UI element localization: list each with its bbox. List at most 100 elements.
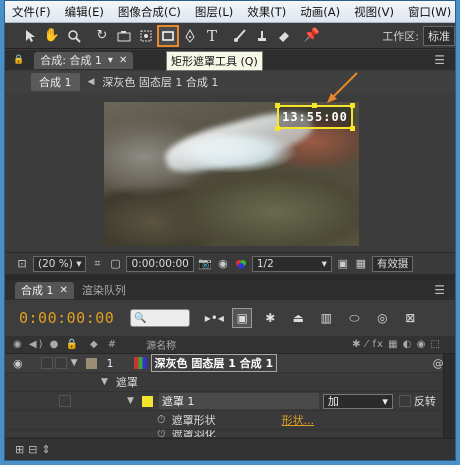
mask-color-swatch[interactable]: [141, 395, 153, 407]
timeline-current-time[interactable]: 0:00:00:00: [19, 309, 114, 327]
pan-behind-tool-icon[interactable]: [135, 25, 157, 47]
toggle-inout-icon[interactable]: ⇕: [41, 443, 50, 456]
roi-toggle-icon[interactable]: ▣: [336, 257, 350, 271]
mask-shape-row[interactable]: ⏱ 遮罩形状 形状...: [5, 411, 455, 430]
chevron-down-icon[interactable]: ▾: [108, 55, 113, 66]
mini-flowchart-icon[interactable]: ▸•◂: [204, 308, 224, 328]
masks-group-label: 遮罩: [115, 376, 138, 389]
brainstorm-icon[interactable]: ◎: [372, 308, 392, 328]
viewer-controls: ⊡ (20 %) ▾ ⌗ ▢ 0:00:00:00 📷 ◉ 1/2 ▾ ▣ ▦ 有…: [5, 252, 455, 274]
always-preview-icon[interactable]: ⊡: [15, 257, 29, 271]
mask-name[interactable]: 遮罩 1: [158, 393, 319, 409]
close-icon[interactable]: ✕: [119, 55, 127, 66]
close-icon[interactable]: ✕: [60, 285, 68, 296]
mask-shape-value[interactable]: 形状...: [282, 412, 315, 428]
zoom-tool-icon[interactable]: [63, 25, 85, 47]
graph-editor-icon[interactable]: ⊠: [400, 308, 420, 328]
clone-stamp-tool-icon[interactable]: [251, 25, 273, 47]
draft-3d-icon[interactable]: ✱: [260, 308, 280, 328]
show-snapshot-icon[interactable]: ◉: [216, 257, 230, 271]
hand-tool-icon[interactable]: ✋: [41, 25, 63, 47]
active-camera-dropdown[interactable]: 有效摄: [371, 255, 414, 272]
motion-blur-icon[interactable]: ⬭: [344, 308, 364, 328]
menu-composition[interactable]: 图像合成(C): [111, 4, 188, 20]
workspace-dropdown[interactable]: 标准: [423, 25, 455, 46]
panel-menu-icon[interactable]: ☰: [434, 283, 445, 297]
mask-timecode-text: 13:55:00: [282, 110, 348, 124]
stopwatch-icon[interactable]: ⏱: [157, 413, 166, 427]
layer-column-header: ◉ ◀) ● 🔒 ◆ # 源名称 ✱ ⁄ fx ▦ ◐ ◉ ⬚: [5, 336, 455, 354]
selection-tool-icon[interactable]: [19, 25, 41, 47]
mask-feather-row[interactable]: ⏱ 遮罩羽化: [5, 430, 455, 438]
resolution-dropdown[interactable]: 1/2 ▾: [251, 255, 332, 272]
expand-triangle-icon[interactable]: ▼: [101, 377, 108, 387]
timeline-controls: 0:00:00:00 🔍 ▸•◂ ▣ ✱ ⏏ ▥ ⬭ ◎ ⊠: [5, 300, 455, 336]
breadcrumb-comp[interactable]: 合成 1: [31, 73, 80, 91]
workspace-selector[interactable]: 工作区: 标准: [382, 25, 455, 46]
menu-window[interactable]: 窗口(W): [401, 4, 458, 20]
masks-group-row[interactable]: ▼ 遮罩: [5, 373, 455, 392]
breadcrumb: 合成 1 ◀ 深灰色 固态层 1 合成 1: [5, 71, 455, 93]
camera-tool-icon[interactable]: [113, 25, 135, 47]
lock-icon[interactable]: 🔒: [13, 55, 24, 65]
layer-name[interactable]: 深灰色 固态层 1 合成 1: [150, 354, 278, 372]
mask-feather-label: 遮罩羽化: [171, 430, 216, 438]
eraser-tool-icon[interactable]: [273, 25, 295, 47]
channel-icon[interactable]: [234, 257, 248, 271]
toggle-switches-icon[interactable]: ⊞: [15, 443, 24, 456]
panel-menu-icon[interactable]: ☰: [434, 53, 445, 67]
tab-render-queue[interactable]: 渲染队列: [82, 282, 126, 298]
hide-shy-layers-icon[interactable]: ⏏: [288, 308, 308, 328]
current-time-field[interactable]: 0:00:00:00: [126, 255, 194, 272]
invert-label: 反转: [413, 395, 436, 408]
rectangle-mask-tool-icon[interactable]: [157, 24, 179, 47]
label-color-swatch[interactable]: [85, 357, 97, 369]
live-update-icon[interactable]: ▣: [232, 308, 253, 328]
breadcrumb-layer[interactable]: 深灰色 固态层 1 合成 1: [102, 74, 218, 90]
tool-tooltip: 矩形遮罩工具 (Q): [166, 51, 263, 71]
grid-icon[interactable]: ⌗: [90, 257, 104, 271]
search-icon: 🔍: [134, 312, 147, 324]
menu-animation[interactable]: 动画(A): [293, 4, 347, 20]
menu-file[interactable]: 文件(F): [5, 4, 58, 20]
app-window: 文件(F) 编辑(E) 图像合成(C) 图层(L) 效果(T) 动画(A) 视图…: [4, 0, 456, 461]
text-tool-icon[interactable]: T: [201, 25, 223, 47]
breadcrumb-arrow-icon: ◀: [87, 77, 95, 87]
label-column-icon: ◆: [90, 339, 98, 350]
region-of-interest-icon[interactable]: ▢: [108, 257, 122, 271]
switches-icons: ✱ ⁄ fx ▦ ◐ ◉ ⬚: [352, 339, 441, 350]
expand-triangle-icon[interactable]: ▼: [71, 358, 78, 368]
tab-composition[interactable]: 合成: 合成 1 ▾ ✕: [34, 51, 134, 69]
column-source-name: 源名称: [146, 341, 177, 352]
menu-edit[interactable]: 编辑(E): [58, 4, 111, 20]
rectangle-mask[interactable]: 13:55:00: [275, 103, 355, 131]
menu-view[interactable]: 视图(V): [347, 4, 401, 20]
mask-row[interactable]: ▼ 遮罩 1 加 ▾ 反转: [5, 392, 455, 411]
arrow-annotation-icon: [327, 72, 358, 103]
menu-effect[interactable]: 效果(T): [240, 4, 293, 20]
frame-blending-icon[interactable]: ▥: [316, 308, 336, 328]
visibility-eye-icon[interactable]: ◉: [13, 357, 23, 370]
tab-composition-label: 合成: 合成 1: [40, 54, 102, 67]
transparency-grid-icon[interactable]: ▦: [354, 257, 368, 271]
brush-tool-icon[interactable]: [229, 25, 251, 47]
composition-viewer[interactable]: [5, 93, 455, 252]
mask-shape-label: 遮罩形状: [171, 414, 216, 427]
toggle-modes-icon[interactable]: ⊟: [28, 443, 37, 456]
menu-layer[interactable]: 图层(L): [188, 4, 240, 20]
puppet-tool-icon[interactable]: 📌: [301, 25, 323, 47]
stopwatch-icon[interactable]: ⏱: [157, 430, 166, 437]
search-input[interactable]: 🔍: [130, 309, 191, 327]
tab-timeline-comp[interactable]: 合成 1 ✕: [15, 281, 74, 299]
av-features-icons: ◉ ◀) ● 🔒: [13, 339, 81, 350]
expand-triangle-icon[interactable]: ▼: [127, 396, 134, 406]
timeline-footer: ⊞ ⊟ ⇕: [5, 438, 455, 460]
mask-mode-dropdown[interactable]: 加 ▾: [322, 393, 393, 409]
zoom-dropdown[interactable]: (20 %) ▾: [33, 255, 87, 272]
layer-row[interactable]: ◉ ▼ 1 深灰色 固态层 1 合成 1 @ ⁄: [5, 354, 455, 373]
rotate-tool-icon[interactable]: ↻: [91, 25, 113, 47]
pen-tool-icon[interactable]: [179, 25, 201, 47]
snapshot-icon[interactable]: 📷: [198, 257, 212, 271]
timeline-scrollbar[interactable]: [443, 354, 455, 438]
invert-checkbox[interactable]: [398, 395, 411, 407]
